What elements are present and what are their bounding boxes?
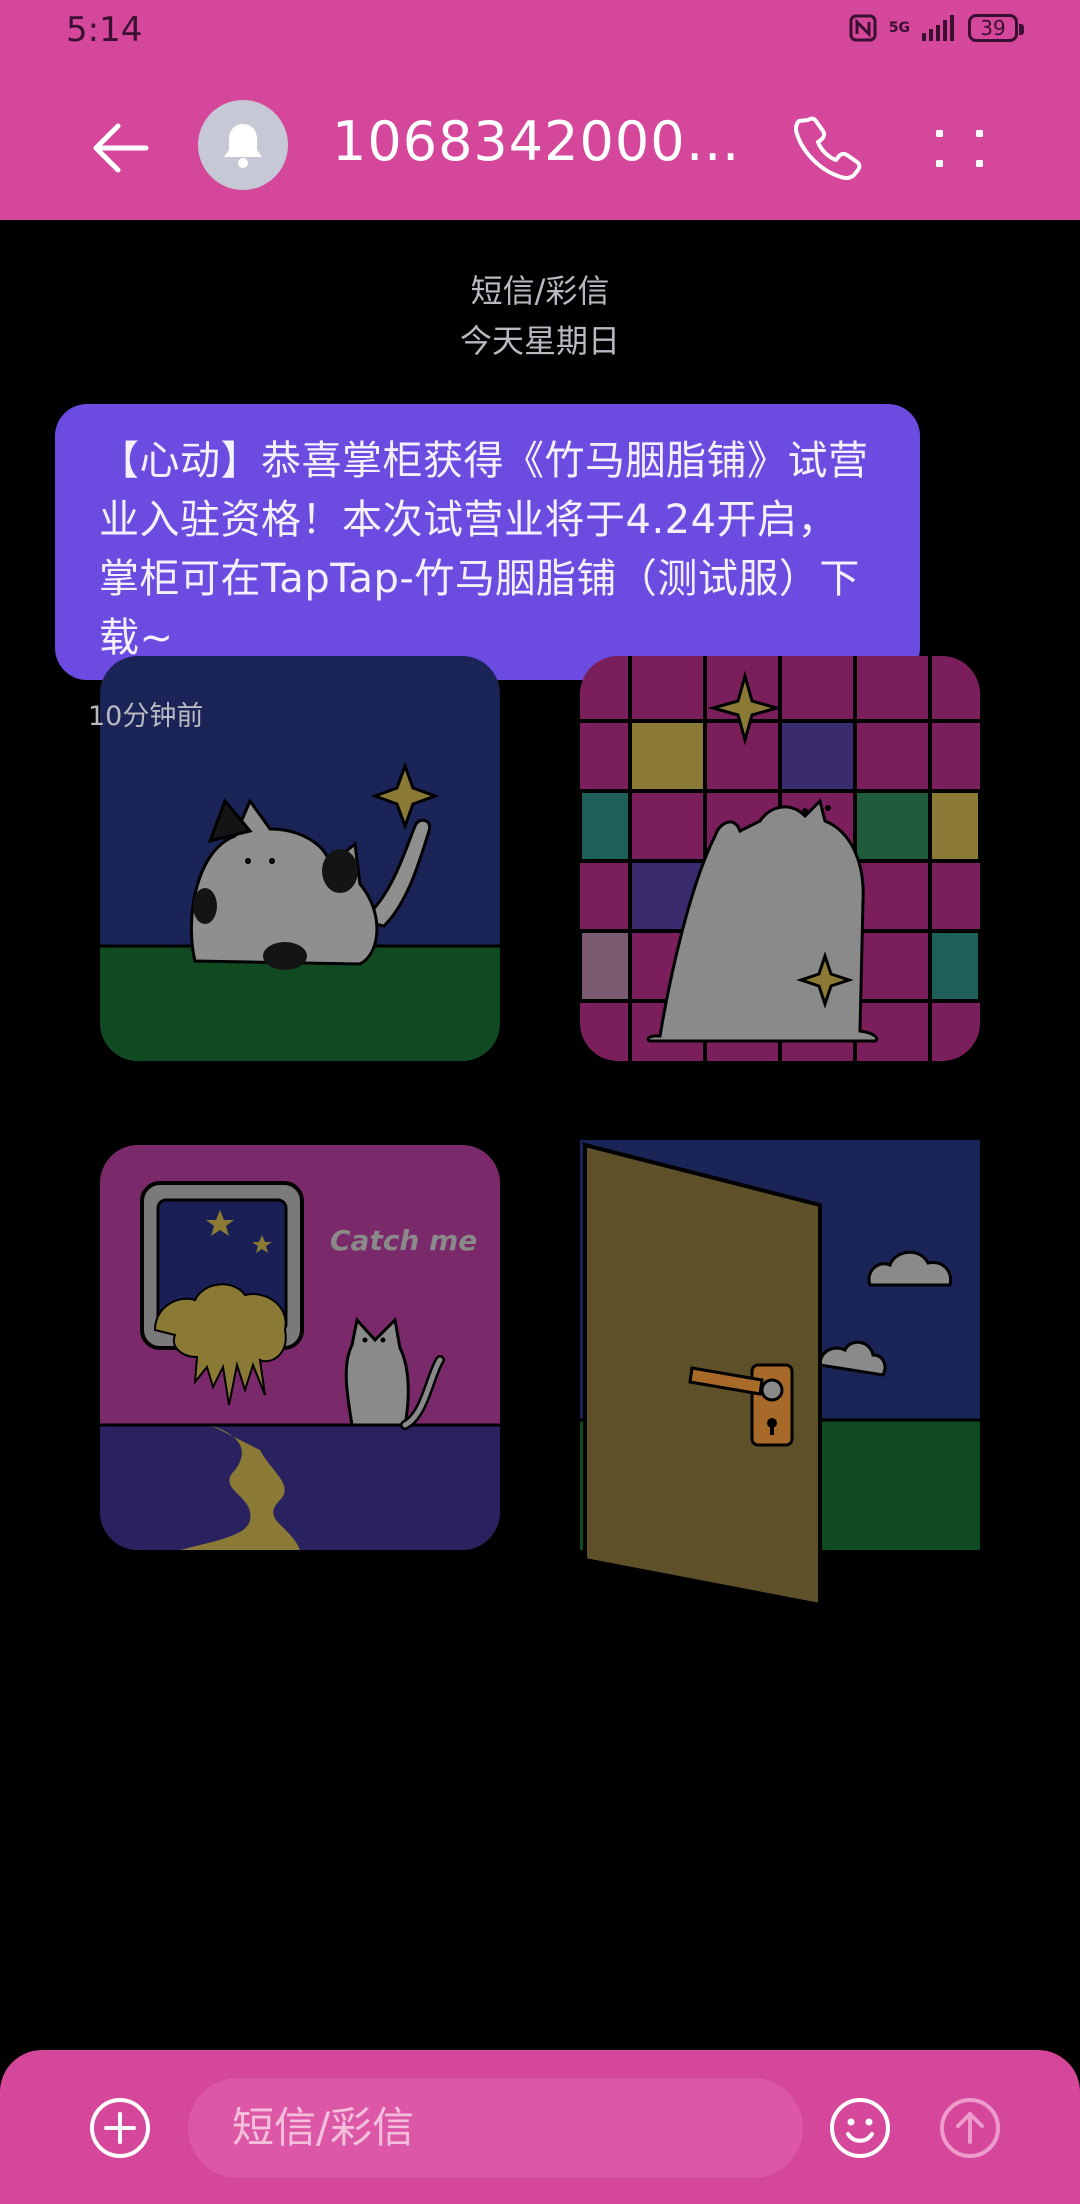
message-input[interactable]: 短信/彩信: [188, 2078, 803, 2178]
message-bubble[interactable]: 【心动】恭喜掌柜获得《竹马胭脂铺》试营业入驻资格！本次试营业将于4.24开启，掌…: [55, 404, 920, 680]
message-text: 【心动】恭喜掌柜获得《竹马胭脂铺》试营业入驻资格！本次试营业将于4.24开启，掌…: [99, 438, 869, 661]
status-bar: 5:14 5G 39: [0, 0, 1080, 64]
cat-mosaic-sticker-image[interactable]: [580, 656, 980, 1061]
more-options-icon[interactable]: [930, 118, 990, 178]
signal-icon: [922, 15, 954, 41]
contact-name[interactable]: 10683420009…: [332, 110, 752, 173]
status-icons: 5G 39: [849, 14, 1024, 42]
battery-level: 39: [980, 16, 1006, 40]
send-icon[interactable]: [938, 2096, 1002, 2160]
composer-bar: 短信/彩信: [0, 2050, 1080, 2204]
door-sticker-image[interactable]: [580, 1140, 980, 1610]
nfc-icon: [849, 14, 877, 42]
add-attachment-icon[interactable]: [88, 2096, 152, 2160]
catch-me-text: Catch me: [330, 1224, 477, 1257]
phone-icon[interactable]: [792, 112, 862, 182]
bell-icon: [224, 124, 262, 168]
message-time: 10分钟前: [88, 701, 204, 732]
thread-type-label: 短信/彩信: [470, 272, 610, 310]
emoji-icon[interactable]: [828, 2096, 892, 2160]
battery-icon: 39: [968, 14, 1024, 42]
network-type: 5G: [888, 20, 910, 36]
catch-me-sticker-image[interactable]: Catch me: [100, 1145, 500, 1550]
conversation-header: 10683420009…: [0, 64, 1080, 220]
contact-avatar[interactable]: [198, 100, 288, 190]
thread-date-label: 今天星期日: [459, 322, 620, 360]
back-arrow-icon[interactable]: [88, 116, 152, 180]
status-time: 5:14: [66, 10, 143, 50]
